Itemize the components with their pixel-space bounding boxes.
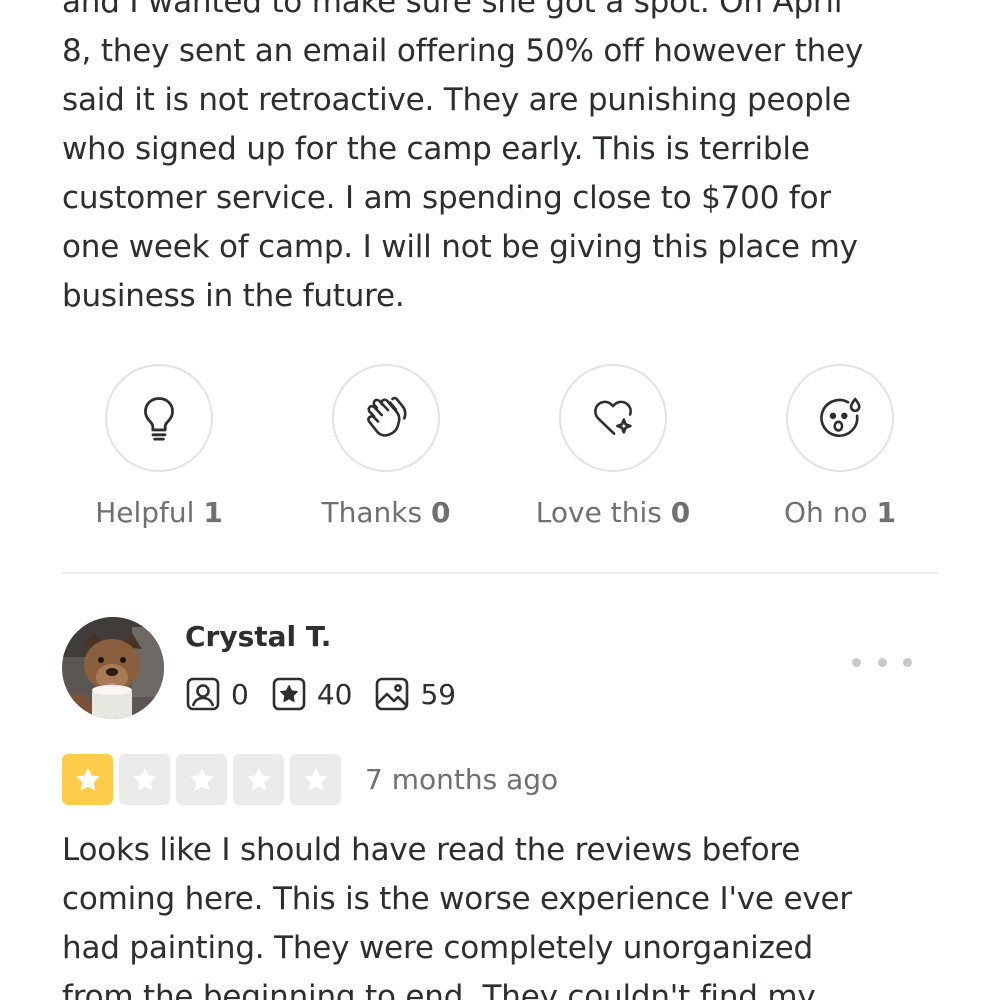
review-text: Looks like I should have read the review… (62, 826, 942, 1000)
star-icon (189, 767, 214, 790)
star-rating-boxes (62, 754, 347, 805)
helpful-count: 1 (203, 496, 223, 529)
user-name[interactable]: Crystal T. (185, 620, 331, 653)
friends-count: 0 (231, 677, 249, 711)
review-text-line: Looks like I should have read the review… (62, 832, 801, 868)
dot-icon (903, 657, 912, 667)
friends-stat: 0 (185, 676, 249, 712)
oh-no-circle[interactable] (786, 364, 894, 472)
friends-icon (186, 677, 220, 711)
thanks-count: 0 (430, 496, 451, 529)
photos-count: 59 (420, 677, 457, 711)
review-divider (62, 572, 938, 574)
reviews-stat: 40 (271, 676, 353, 712)
rating-star-box (176, 754, 227, 805)
love-this-reaction-button[interactable]: Love this 0 (513, 364, 713, 529)
reaction-bar: Helpful 1 Thanks 0 Love this 0 Oh no 1 (0, 364, 1000, 534)
previous-review-text: and I wanted to make sure she got a spot… (62, 0, 942, 321)
oh-no-label: Oh no 1 (784, 496, 896, 529)
rating-star-box (233, 754, 284, 805)
more-options-button[interactable] (852, 650, 912, 674)
love-this-label: Love this 0 (535, 496, 691, 529)
rating-star-box (119, 754, 170, 805)
star-icon (75, 767, 100, 790)
review-text-line: customer service. I am spending close to… (62, 180, 831, 216)
helpful-reaction-button[interactable]: Helpful 1 (59, 364, 259, 529)
rating-star-box (62, 754, 113, 805)
thanks-reaction-button[interactable]: Thanks 0 (286, 364, 486, 529)
reviews-count: 40 (316, 677, 353, 711)
review-text-line: 8, they sent an email offering 50% off h… (62, 33, 864, 69)
oh-no-count: 1 (876, 496, 896, 529)
review-text-line: said it is not retroactive. They are pun… (62, 82, 851, 118)
rating-star-box (290, 754, 341, 805)
helpful-circle[interactable] (105, 364, 213, 472)
review-text-line: and I wanted to make sure she got a spot… (62, 0, 843, 20)
star-icon (303, 767, 328, 790)
heart-sparkle-icon (594, 400, 632, 436)
avatar[interactable] (62, 617, 164, 719)
love-this-circle[interactable] (559, 364, 667, 472)
photo-icon (376, 677, 409, 711)
review-text-line: who signed up for the camp early. This i… (62, 131, 810, 167)
review-text-line: had painting. They were completely unorg… (62, 930, 814, 966)
shocked-face-icon (820, 397, 861, 438)
review-text-line: business in the future. (62, 278, 405, 314)
star-review-icon (272, 677, 306, 711)
clapping-hands-icon (367, 396, 407, 437)
star-rating: 7 months ago (62, 754, 558, 805)
helpful-label: Helpful 1 (95, 496, 223, 529)
lightbulb-icon (144, 397, 174, 441)
dot-icon (852, 657, 861, 667)
star-icon (132, 767, 157, 790)
thanks-label: Thanks 0 (321, 496, 451, 529)
review-text-line: coming here. This is the worse experienc… (62, 881, 852, 917)
review-feed: and I wanted to make sure she got a spot… (0, 0, 1000, 1000)
review-date: 7 months ago (365, 763, 559, 796)
user-stats: 0 40 59 (185, 674, 478, 714)
oh-no-reaction-button[interactable]: Oh no 1 (740, 364, 940, 529)
star-icon (246, 767, 271, 790)
photos-stat: 59 (374, 676, 456, 712)
love-this-count: 0 (670, 496, 691, 529)
review-text-line: from the beginning to end. They couldn't… (62, 979, 816, 1000)
dog-avatar-photo (62, 617, 164, 719)
dot-icon (877, 657, 887, 667)
thanks-circle[interactable] (332, 364, 440, 472)
review-text-line: one week of camp. I will not be giving t… (62, 229, 858, 265)
